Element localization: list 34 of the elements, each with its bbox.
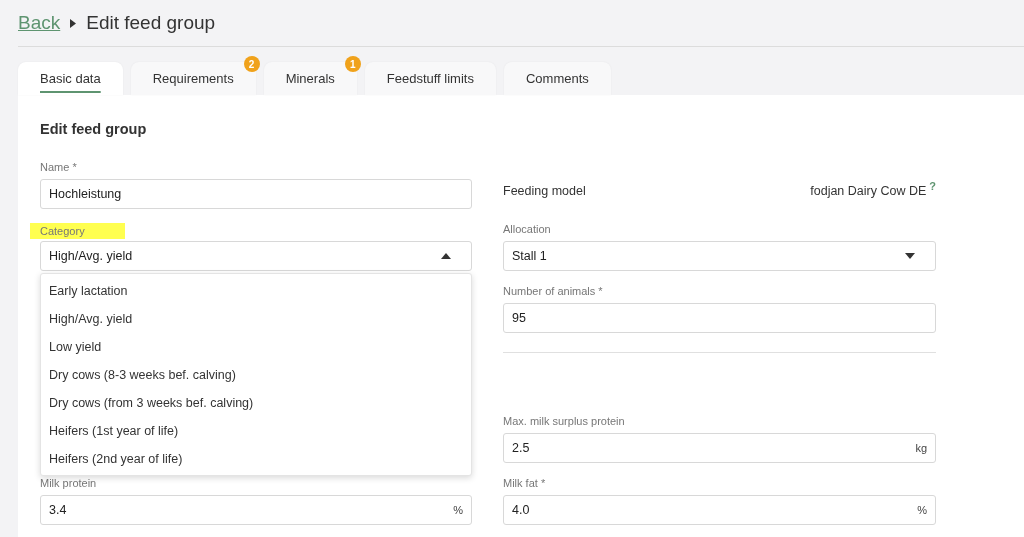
dropdown-option[interactable]: Heifers (1st year of life) — [41, 417, 471, 445]
help-link[interactable]: ? — [929, 180, 936, 192]
input-field[interactable]: 95 — [503, 303, 936, 333]
form-title: Edit feed group — [40, 121, 148, 137]
dropdown-option[interactable]: Low yield — [41, 333, 471, 361]
count-badge: 1 — [344, 56, 361, 72]
field-label: Max. milk surplus protein — [503, 415, 625, 427]
page-title: Edit feed group — [86, 12, 216, 34]
caret-up-icon — [441, 253, 451, 259]
field-label: Number of animals * — [503, 285, 603, 297]
field-label: Allocation — [503, 223, 551, 235]
dropdown-option[interactable]: Heifers (2nd year of life) — [41, 445, 471, 473]
field-label: Category — [30, 223, 125, 239]
select-field[interactable]: High/Avg. yield — [40, 241, 472, 271]
input-field[interactable]: Hochleistung — [40, 179, 472, 209]
field-label: Name * — [40, 161, 77, 173]
field-label: Milk fat * — [503, 477, 546, 489]
tab[interactable]: Feedstuff limits — [364, 62, 496, 95]
field-label: Milk protein — [40, 477, 97, 489]
dropdown-option[interactable]: High/Avg. yield — [41, 305, 471, 333]
dropdown-option[interactable]: Early lactation — [41, 277, 471, 305]
dropdown-option[interactable]: Dry cows (8-3 weeks bef. calving) — [41, 361, 471, 389]
input-field[interactable]: 2.5 kg — [503, 433, 936, 463]
select-field[interactable]: Stall 1 — [503, 241, 936, 271]
field-value: fodjan Dairy Cow DE — [810, 184, 927, 198]
tab[interactable]: Comments — [503, 62, 611, 95]
input-field[interactable]: 3.4 % — [40, 495, 472, 525]
dropdown-option[interactable]: Dry cows (from 3 weeks bef. calving) — [41, 389, 471, 417]
input-field[interactable]: 4.0 % — [503, 495, 936, 525]
field-label: Feeding model — [503, 184, 586, 198]
caret-down-icon — [905, 253, 915, 259]
tab[interactable]: Basic data — [18, 62, 123, 95]
count-badge: 2 — [243, 56, 260, 72]
chevron-right-icon — [70, 18, 77, 28]
